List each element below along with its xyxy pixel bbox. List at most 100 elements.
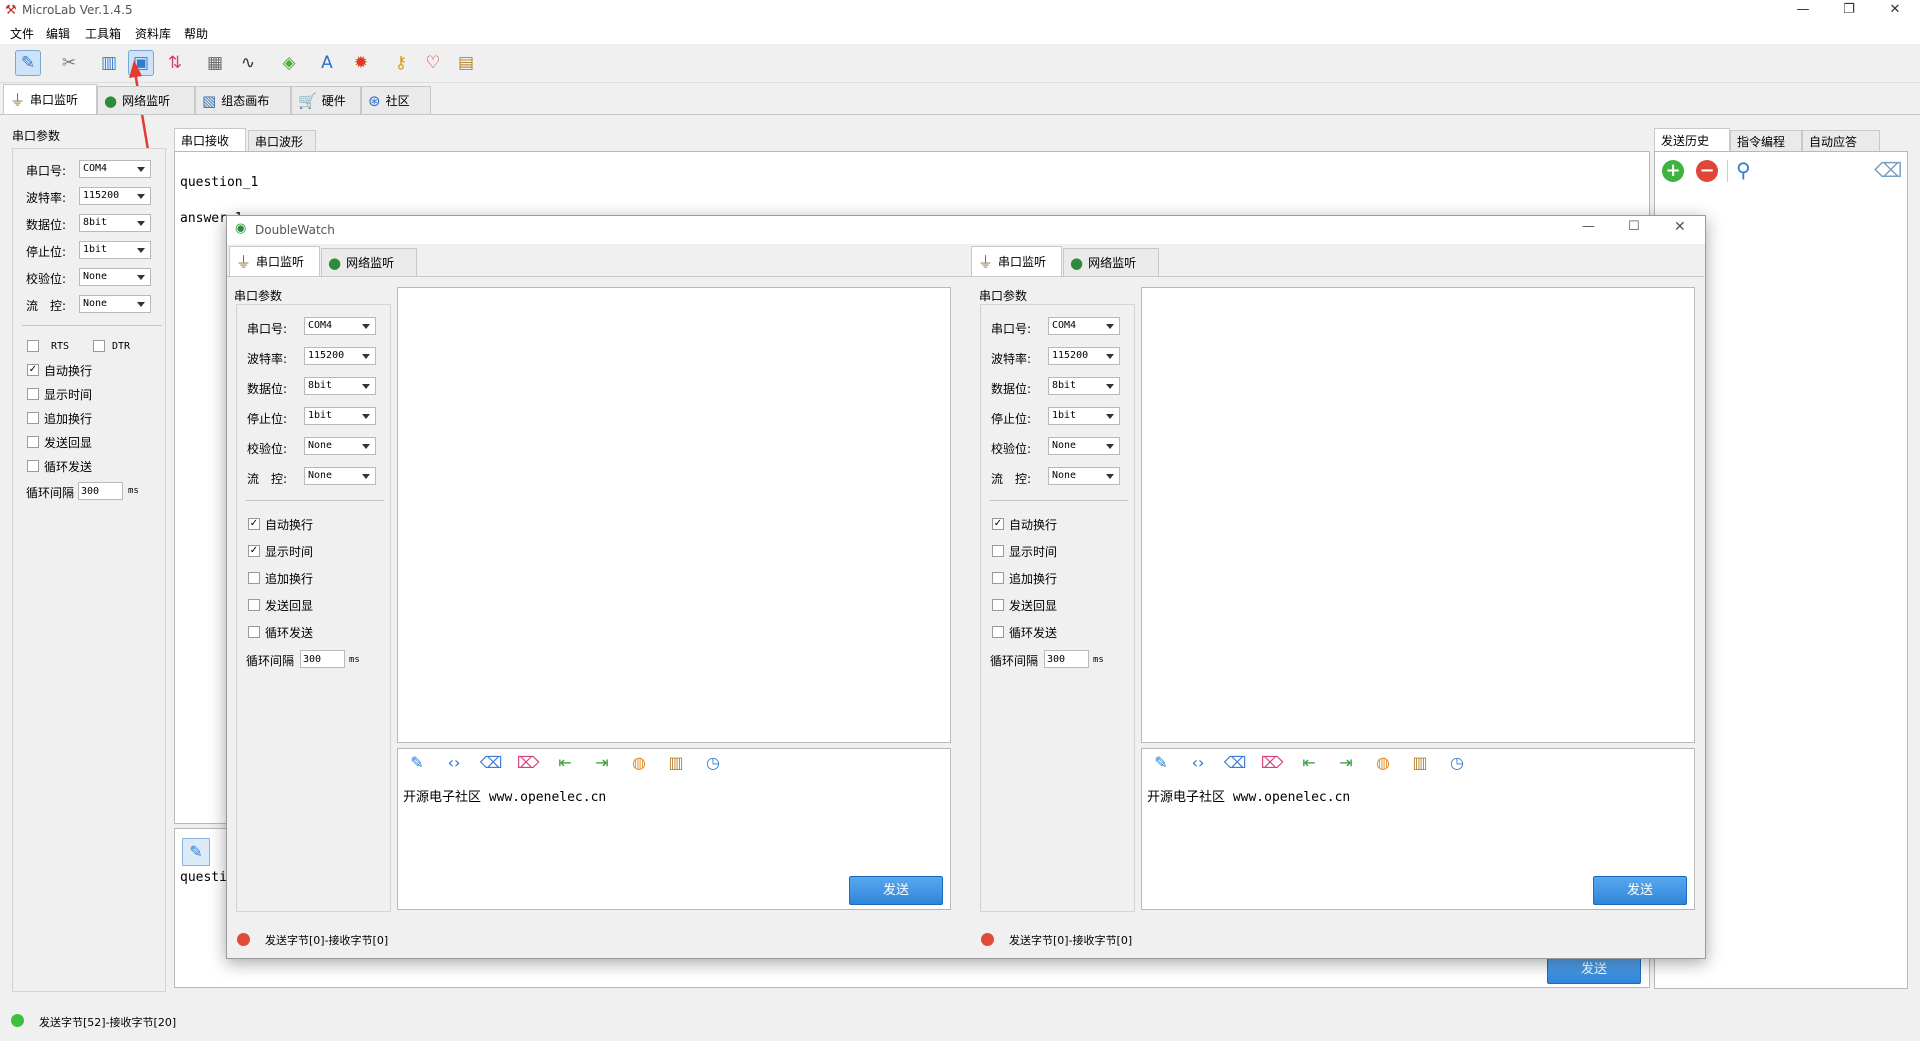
clear-send-icon[interactable]: ⌦ xyxy=(1258,753,1286,772)
port-select[interactable]: COM4 xyxy=(79,160,151,178)
close-button[interactable]: ✕ xyxy=(1872,0,1918,22)
dw-left-loop-send-checkbox[interactable] xyxy=(248,626,260,638)
eraser-icon[interactable]: ⌫ xyxy=(477,753,505,772)
tab-serial-waveform[interactable]: 串口波形 xyxy=(248,130,316,152)
font-icon[interactable]: A xyxy=(314,50,340,76)
tab-community[interactable]: ⊛ 社区 xyxy=(361,86,431,114)
rts-checkbox[interactable] xyxy=(27,340,39,352)
dw-right-show-time-checkbox[interactable] xyxy=(992,545,1004,557)
dw-right-tab-network[interactable]: ● 网络监听 xyxy=(1063,248,1159,276)
menu-edit[interactable]: 编辑 xyxy=(46,25,70,42)
clear-send-icon[interactable]: ⌦ xyxy=(514,753,542,772)
serial-connect-icon[interactable]: ✎ xyxy=(15,50,41,76)
code-icon[interactable]: ‹› xyxy=(440,753,468,772)
auto-newline-checkbox[interactable]: ✓ xyxy=(27,364,39,376)
tab-auto-reply[interactable]: 自动应答 xyxy=(1802,130,1880,152)
append-newline-checkbox[interactable] xyxy=(27,412,39,424)
dw-right-baud-select[interactable]: 115200 xyxy=(1048,347,1120,365)
dw-right-port-select[interactable]: COM4 xyxy=(1048,317,1120,335)
dw-left-echo-checkbox[interactable] xyxy=(248,599,260,611)
dialog-maximize-button[interactable]: ☐ xyxy=(1628,219,1640,234)
show-time-checkbox[interactable] xyxy=(27,388,39,400)
dw-left-loop-interval-input[interactable]: 300 xyxy=(300,650,345,668)
tab-command-programming[interactable]: 指令编程 xyxy=(1730,130,1802,152)
dw-left-baud-select[interactable]: 115200 xyxy=(304,347,376,365)
dw-right-auto-newline-checkbox[interactable]: ✓ xyxy=(992,518,1004,530)
tab-hardware[interactable]: 🛒 硬件 xyxy=(291,86,361,114)
flow-select[interactable]: None xyxy=(79,295,151,313)
dw-right-send-button[interactable]: 发送 xyxy=(1593,876,1687,905)
echo-checkbox[interactable] xyxy=(27,436,39,448)
send-connect-icon[interactable]: ✎ xyxy=(403,753,431,772)
dialog-close-button[interactable]: ✕ xyxy=(1674,219,1686,235)
timer-icon[interactable]: ◷ xyxy=(699,753,727,772)
search-icon[interactable]: ⚲ xyxy=(1736,158,1751,182)
dw-right-data-select[interactable]: 8bit xyxy=(1048,377,1120,395)
dw-left-send-button[interactable]: 发送 xyxy=(849,876,943,905)
dtr-checkbox[interactable] xyxy=(93,340,105,352)
palette-icon[interactable]: ◍ xyxy=(1369,753,1397,772)
add-icon[interactable]: + xyxy=(1662,160,1684,182)
baud-select[interactable]: 115200 xyxy=(79,187,151,205)
tab-network-monitor[interactable]: ● 网络监听 xyxy=(97,86,195,114)
remove-icon[interactable]: − xyxy=(1696,160,1718,182)
code-icon[interactable]: ‹› xyxy=(1184,753,1212,772)
package-icon[interactable]: ◈ xyxy=(276,50,302,76)
dw-left-stop-select[interactable]: 1bit xyxy=(304,407,376,425)
dw-left-port-select[interactable]: COM4 xyxy=(304,317,376,335)
dw-left-append-newline-checkbox[interactable] xyxy=(248,572,260,584)
loop-send-checkbox[interactable] xyxy=(27,460,39,472)
book-icon[interactable]: ▤ xyxy=(453,50,479,76)
dw-left-receive-area[interactable] xyxy=(397,287,951,743)
loop-interval-input[interactable]: 300 xyxy=(78,482,123,500)
menu-help[interactable]: 帮助 xyxy=(184,25,208,42)
dw-right-tab-serial[interactable]: ⏚ 串口监听 xyxy=(971,246,1062,276)
dialog-minimize-button[interactable]: — xyxy=(1582,219,1595,234)
dw-left-parity-select[interactable]: None xyxy=(304,437,376,455)
tab-config-canvas[interactable]: ▧ 组态画布 xyxy=(195,86,291,114)
waveform-icon[interactable]: ∿ xyxy=(235,50,261,76)
export-icon[interactable]: ⇥ xyxy=(1332,753,1360,772)
flame-icon[interactable]: ✹ xyxy=(348,50,374,76)
stop-bits-select[interactable]: 1bit xyxy=(79,241,151,259)
menu-file[interactable]: 文件 xyxy=(10,25,34,42)
dw-left-auto-newline-checkbox[interactable]: ✓ xyxy=(248,518,260,530)
export-icon[interactable]: ⇥ xyxy=(588,753,616,772)
dw-right-stop-select[interactable]: 1bit xyxy=(1048,407,1120,425)
calculator-icon[interactable]: ▦ xyxy=(202,50,228,76)
clear-icon[interactable]: ⌫ xyxy=(1874,158,1902,182)
import-icon[interactable]: ⇤ xyxy=(1295,753,1323,772)
dw-right-flow-select[interactable]: None xyxy=(1048,467,1120,485)
dw-right-echo-checkbox[interactable] xyxy=(992,599,1004,611)
minimize-button[interactable]: — xyxy=(1780,0,1826,22)
send-connect-icon[interactable]: ✎ xyxy=(1147,753,1175,772)
dw-right-parity-select[interactable]: None xyxy=(1048,437,1120,455)
columns-icon[interactable]: ▥ xyxy=(662,753,690,772)
menu-library[interactable]: 资料库 xyxy=(135,25,171,42)
key-icon[interactable]: ⚷ xyxy=(388,50,414,76)
tab-serial-receive[interactable]: 串口接收 xyxy=(174,128,246,152)
dw-left-show-time-checkbox[interactable]: ✓ xyxy=(248,545,260,557)
dw-right-receive-area[interactable] xyxy=(1141,287,1695,743)
dw-left-flow-select[interactable]: None xyxy=(304,467,376,485)
heart-icon[interactable]: ♡ xyxy=(420,50,446,76)
columns-icon[interactable]: ▥ xyxy=(1406,753,1434,772)
dw-left-data-select[interactable]: 8bit xyxy=(304,377,376,395)
data-bits-select[interactable]: 8bit xyxy=(79,214,151,232)
palette-icon[interactable]: ◍ xyxy=(625,753,653,772)
restore-button[interactable]: ❐ xyxy=(1826,0,1872,22)
dw-right-loop-interval-input[interactable]: 300 xyxy=(1044,650,1089,668)
parity-select[interactable]: None xyxy=(79,268,151,286)
send-button[interactable]: 发送 xyxy=(1547,956,1641,984)
dw-right-append-newline-checkbox[interactable] xyxy=(992,572,1004,584)
tab-serial-monitor[interactable]: ⏚ 串口监听 xyxy=(3,84,97,114)
dw-left-tab-network[interactable]: ● 网络监听 xyxy=(321,248,417,276)
menu-toolbox[interactable]: 工具箱 xyxy=(85,25,121,42)
dw-right-loop-send-checkbox[interactable] xyxy=(992,626,1004,638)
data-transfer-icon[interactable]: ⇅ xyxy=(162,50,188,76)
send-connect-icon[interactable]: ✎ xyxy=(182,838,210,866)
eraser-icon[interactable]: ⌫ xyxy=(1221,753,1249,772)
tools-icon[interactable]: ✂ xyxy=(56,50,82,76)
dw-left-tab-serial[interactable]: ⏚ 串口监听 xyxy=(229,246,320,276)
split-view-icon[interactable]: ▥ xyxy=(96,50,122,76)
